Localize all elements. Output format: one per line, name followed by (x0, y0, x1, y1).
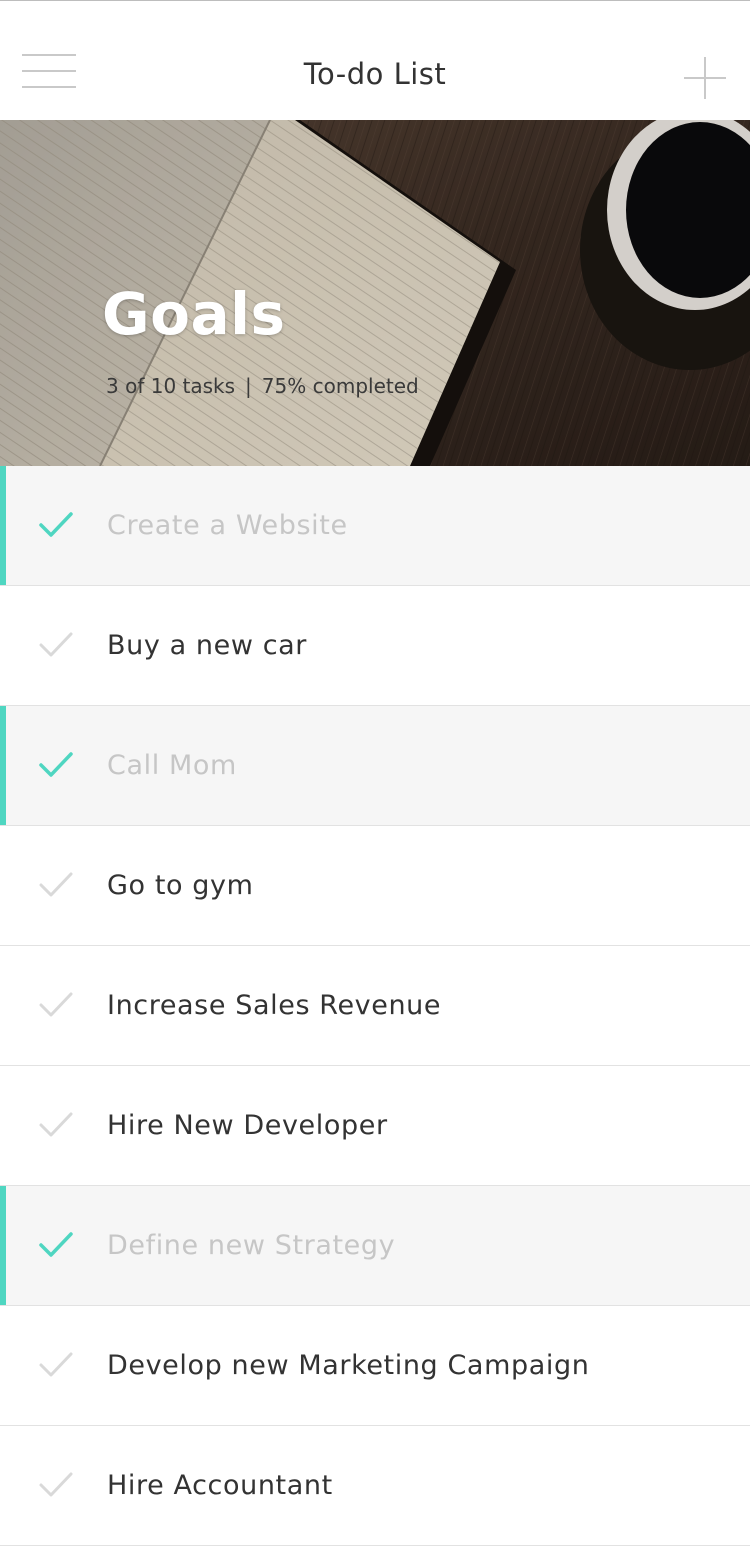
task-label: Buy a new car (107, 630, 308, 661)
task-label: Develop new Marketing Campaign (107, 1350, 590, 1381)
checkmark-icon[interactable] (38, 1470, 74, 1500)
checkmark-icon[interactable] (38, 510, 74, 540)
summary-separator: | (245, 374, 252, 398)
task-label: Go to gym (107, 870, 254, 901)
task-item[interactable]: Go to gym (0, 826, 750, 946)
task-item[interactable]: Define new Strategy (0, 1186, 750, 1306)
tasks-count: 3 of 10 tasks (106, 374, 236, 398)
checkmark-icon[interactable] (38, 750, 74, 780)
task-item[interactable]: Create a Website (0, 466, 750, 586)
task-label: Call Mom (107, 750, 237, 781)
task-item[interactable]: Call Mom (0, 706, 750, 826)
checkmark-icon[interactable] (38, 1350, 74, 1380)
progress-summary: 3 of 10 tasks | 75% completed (106, 374, 419, 398)
task-item[interactable]: Hire New Developer (0, 1066, 750, 1186)
task-label: Increase Sales Revenue (107, 990, 442, 1021)
task-item[interactable]: Develop new Marketing Campaign (0, 1306, 750, 1426)
checkmark-icon[interactable] (38, 630, 74, 660)
checkmark-icon[interactable] (38, 1230, 74, 1260)
checkmark-icon[interactable] (38, 1110, 74, 1140)
checkmark-icon[interactable] (38, 990, 74, 1020)
hero-banner: Goals 3 of 10 tasks | 75% completed (0, 120, 750, 466)
list-title: Goals (102, 280, 286, 348)
completion-percent: 75% completed (261, 374, 419, 398)
task-label: Create a Website (107, 510, 348, 541)
checkmark-icon[interactable] (38, 870, 74, 900)
task-item[interactable]: Increase Sales Revenue (0, 946, 750, 1066)
app-header: To-do List (0, 0, 750, 120)
task-list: Create a Website Buy a new car Call Mom Go … (0, 466, 750, 1546)
add-task-button[interactable] (684, 57, 726, 99)
task-item[interactable]: Hire Accountant (0, 1426, 750, 1546)
task-label: Define new Strategy (107, 1230, 396, 1261)
page-title: To-do List (303, 57, 447, 91)
task-label: Hire New Developer (107, 1110, 388, 1141)
task-item[interactable]: Buy a new car (0, 586, 750, 706)
task-label: Hire Accountant (107, 1470, 333, 1501)
